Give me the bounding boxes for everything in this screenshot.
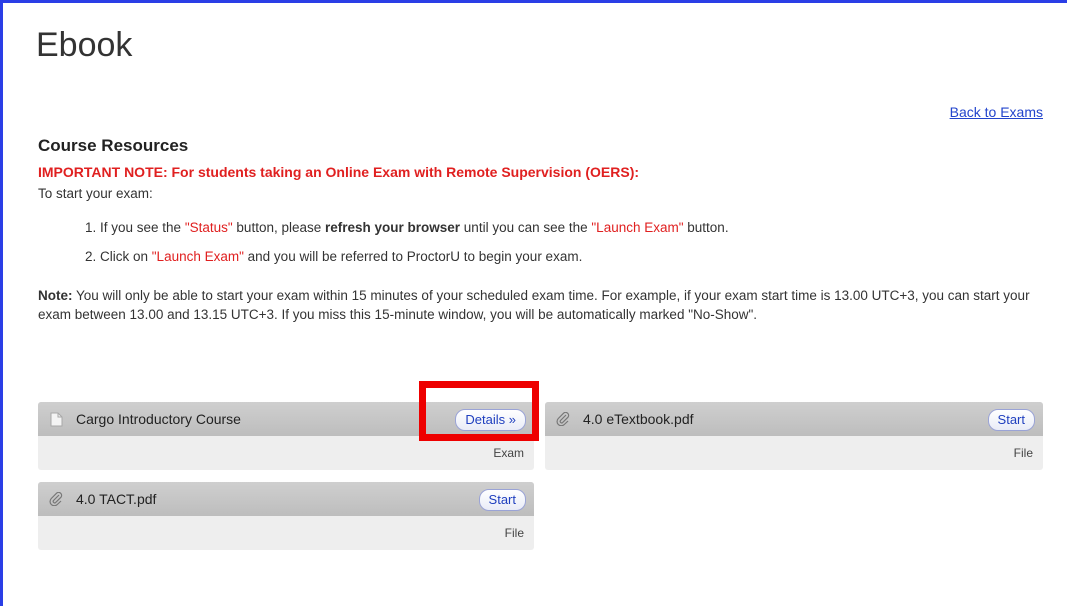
back-to-exams-link[interactable]: Back to Exams: [950, 104, 1043, 120]
resource-tile-etextbook: 4.0 eTextbook.pdf Start File: [545, 402, 1043, 470]
start-button[interactable]: Start: [478, 489, 526, 511]
start-button[interactable]: Start: [987, 409, 1035, 431]
tile-header: 4.0 eTextbook.pdf Start: [545, 402, 1043, 436]
tile-title: 4.0 TACT.pdf: [76, 491, 157, 507]
paperclip-icon: [48, 491, 64, 507]
highlight-box: [419, 381, 539, 441]
tile-title: 4.0 eTextbook.pdf: [583, 411, 694, 427]
paperclip-icon: [555, 411, 571, 427]
intro-text: To start your exam:: [38, 186, 153, 201]
page-title: Ebook: [36, 26, 133, 64]
course-resources-section: Course Resources IMPORTANT NOTE: For stu…: [38, 136, 1046, 324]
resource-tile-tact: 4.0 TACT.pdf Start File: [38, 482, 534, 550]
tile-title: Cargo Introductory Course: [76, 411, 241, 427]
tile-header: 4.0 TACT.pdf Start: [38, 482, 534, 516]
steps-list: If you see the "Status" button, please r…: [38, 219, 1046, 266]
tile-type-label: File: [1013, 446, 1033, 460]
step-item: Click on "Launch Exam" and you will be r…: [100, 248, 1046, 266]
important-note: IMPORTANT NOTE: For students taking an O…: [38, 164, 640, 180]
tile-type-label: Exam: [493, 446, 524, 460]
document-icon: [48, 411, 64, 427]
note-paragraph: Note: You will only be able to start you…: [38, 288, 1030, 322]
tile-body: File: [545, 436, 1043, 470]
section-title: Course Resources: [38, 136, 189, 155]
step-item: If you see the "Status" button, please r…: [100, 219, 1046, 237]
tile-body: Exam: [38, 436, 534, 470]
tile-body: File: [38, 516, 534, 550]
tile-type-label: File: [504, 526, 524, 540]
